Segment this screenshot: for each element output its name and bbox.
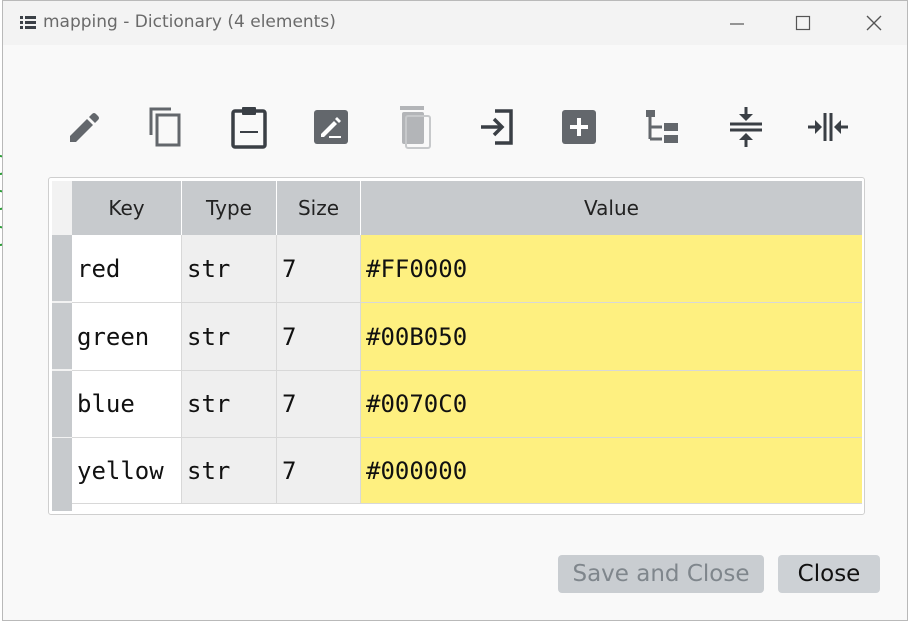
column-header-value[interactable]: Value <box>361 181 862 235</box>
edit-pencil-icon <box>70 113 99 142</box>
add-icon <box>562 110 596 144</box>
save-and-close-button[interactable]: Save and Close <box>558 555 764 593</box>
window-title: mapping - Dictionary (4 elements) <box>43 12 336 32</box>
table-cell-value[interactable]: #000000 <box>361 438 862 504</box>
table-cell-type[interactable]: str <box>182 303 277 371</box>
dictionary-table: Key Type Size Value red str 7 #FF0000 gr… <box>48 177 865 515</box>
column-header-size[interactable]: Size <box>277 181 361 235</box>
close-window-button[interactable] <box>851 1 897 45</box>
collapse-vertical-button[interactable] <box>721 101 771 153</box>
row-header[interactable] <box>52 438 72 511</box>
column-header-label: Type <box>206 196 252 220</box>
table-cell-value[interactable]: #00B050 <box>361 303 862 371</box>
toolbar <box>3 101 907 153</box>
table-cell-value[interactable]: #0070C0 <box>361 371 862 438</box>
table-corner <box>52 181 72 235</box>
list-icon <box>20 16 36 29</box>
add-button[interactable] <box>554 101 604 153</box>
table-cell-key[interactable]: green <box>72 303 182 371</box>
table-cell-value[interactable]: #FF0000 <box>361 235 862 303</box>
insert-icon <box>481 109 513 145</box>
close-icon <box>866 15 882 31</box>
paste-button[interactable] <box>224 101 274 153</box>
column-header-key[interactable]: Key <box>72 181 182 235</box>
tree-view-button[interactable] <box>637 101 687 153</box>
row-header[interactable] <box>52 371 72 437</box>
collapse-horizontal-icon <box>808 113 848 141</box>
row-header[interactable] <box>52 235 72 301</box>
table-cell-size[interactable]: 7 <box>277 371 361 438</box>
table-cell-size[interactable]: 7 <box>277 438 361 504</box>
column-header-label: Size <box>297 196 340 220</box>
collapse-horizontal-button[interactable] <box>803 101 853 153</box>
table-cell-type[interactable]: str <box>182 371 277 438</box>
row-header[interactable] <box>52 303 72 369</box>
table-cell-key[interactable]: red <box>72 235 182 303</box>
minimize-button[interactable] <box>714 1 760 45</box>
dictionary-dialog: mapping - Dictionary (4 elements) Key Ty… <box>2 0 908 621</box>
table-cell-type[interactable]: str <box>182 438 277 504</box>
delete-button[interactable] <box>389 101 439 153</box>
maximize-icon <box>795 15 811 31</box>
delete-icon <box>400 106 431 149</box>
column-header-label: Value <box>584 196 639 220</box>
minimize-icon <box>730 23 744 25</box>
rename-button[interactable] <box>306 101 356 153</box>
table-cell-key[interactable]: yellow <box>72 438 182 504</box>
rename-icon <box>314 110 348 144</box>
collapse-vertical-icon <box>730 107 762 147</box>
column-header-label: Key <box>108 196 145 220</box>
table-cell-type[interactable]: str <box>182 235 277 303</box>
title-bar: mapping - Dictionary (4 elements) <box>3 1 907 45</box>
copy-button[interactable] <box>140 101 190 153</box>
copy-icon <box>149 107 181 147</box>
table-cell-size[interactable]: 7 <box>277 303 361 371</box>
column-header-type[interactable]: Type <box>182 181 277 235</box>
tree-view-icon <box>646 110 678 143</box>
table-cell-size[interactable]: 7 <box>277 235 361 303</box>
edit-button[interactable] <box>59 101 109 153</box>
maximize-button[interactable] <box>780 1 826 45</box>
insert-button[interactable] <box>472 101 522 153</box>
table-cell-key[interactable]: blue <box>72 371 182 438</box>
paste-icon <box>231 107 267 149</box>
close-button[interactable]: Close <box>778 555 880 593</box>
